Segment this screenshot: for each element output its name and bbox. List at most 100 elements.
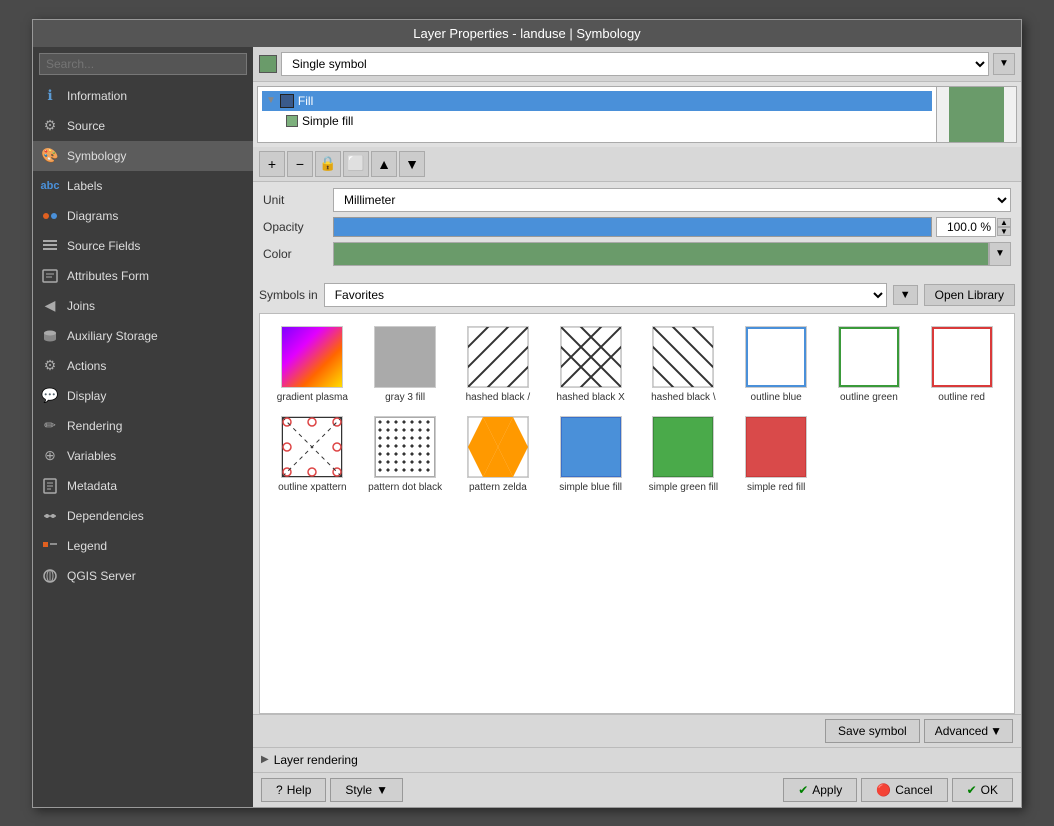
symbols-location-select[interactable]: Favorites (324, 283, 887, 307)
outline-xpattern-svg (282, 417, 342, 477)
sidebar-item-qgis-server[interactable]: QGIS Server (33, 561, 253, 591)
sidebar-item-metadata[interactable]: Metadata (33, 471, 253, 501)
symbol-outline-green[interactable]: outline green (823, 320, 916, 410)
apply-label: Apply (812, 783, 842, 797)
simple-red-box (746, 417, 806, 477)
sidebar-label-metadata: Metadata (67, 479, 117, 493)
hashed-black-back-label: hashed black \ (651, 391, 716, 404)
apply-btn[interactable]: ✔ Apply (783, 778, 857, 802)
outline-blue-box (746, 327, 806, 387)
opacity-spin-down[interactable]: ▼ (997, 227, 1011, 236)
pattern-zelda-label: pattern zelda (469, 481, 527, 494)
unit-control: Millimeter (333, 188, 1011, 212)
symbol-preview-box (936, 87, 1016, 142)
sidebar-item-information[interactable]: ℹ Information (33, 81, 253, 111)
open-library-btn[interactable]: Open Library (924, 284, 1015, 306)
attributes-form-icon (41, 267, 59, 285)
sidebar-label-attributes-form: Attributes Form (67, 269, 149, 283)
symbol-type-dropdown-btn[interactable]: ▼ (993, 53, 1015, 75)
advanced-label: Advanced (935, 724, 988, 738)
add-layer-btn[interactable]: + (259, 151, 285, 177)
color-row: Color ▼ (263, 242, 1011, 266)
auxiliary-storage-icon (41, 327, 59, 345)
cancel-label: Cancel (895, 783, 932, 797)
simple-blue-preview (560, 416, 622, 478)
remove-layer-btn[interactable]: − (287, 151, 313, 177)
symbol-hashed-black-slash[interactable]: hashed black / (452, 320, 545, 410)
sidebar-item-actions[interactable]: ⚙ Actions (33, 351, 253, 381)
sidebar-label-display: Display (67, 389, 106, 403)
sidebar-item-joins[interactable]: ◀ Joins (33, 291, 253, 321)
lock-btn[interactable]: 🔒 (315, 151, 341, 177)
symbol-hashed-black-back[interactable]: hashed black \ (637, 320, 730, 410)
color-dropdown-btn[interactable]: ▼ (989, 242, 1011, 266)
ok-btn[interactable]: ✔ OK (952, 778, 1013, 802)
opacity-spin-up[interactable]: ▲ (997, 218, 1011, 227)
hatch-fwd-svg (468, 327, 528, 387)
hashed-black-x-label: hashed black X (556, 391, 624, 404)
sidebar-item-auxiliary-storage[interactable]: Auxiliary Storage (33, 321, 253, 351)
sidebar-item-display[interactable]: 💬 Display (33, 381, 253, 411)
symbology-icon: 🎨 (41, 147, 59, 165)
style-label: Style (345, 783, 372, 797)
help-btn[interactable]: ? Help (261, 778, 326, 802)
simple-fill-item[interactable]: Simple fill (282, 111, 932, 131)
sidebar-item-attributes-form[interactable]: Attributes Form (33, 261, 253, 291)
sidebar-item-diagrams[interactable]: Diagrams (33, 201, 253, 231)
sidebar-item-variables[interactable]: ⊕ Variables (33, 441, 253, 471)
symbol-pattern-zelda[interactable]: pattern zelda (452, 410, 545, 500)
layer-rendering-row[interactable]: ▶ Layer rendering (253, 747, 1021, 772)
opacity-slider[interactable] (333, 217, 932, 237)
display-icon: 💬 (41, 387, 59, 405)
sidebar-item-dependencies[interactable]: Dependencies (33, 501, 253, 531)
symbol-simple-green-fill[interactable]: simple green fill (637, 410, 730, 500)
unit-select[interactable]: Millimeter (333, 188, 1011, 212)
symbols-grid: gradient plasma gray 3 fill (260, 314, 1014, 506)
symbol-hashed-black-x[interactable]: hashed black X (544, 320, 637, 410)
fill-layer-item[interactable]: ▼ Fill (262, 91, 932, 111)
sidebar-label-labels: Labels (67, 179, 102, 193)
sidebar-label-joins: Joins (67, 299, 95, 313)
symbol-outline-blue[interactable]: outline blue (730, 320, 823, 410)
advanced-btn[interactable]: Advanced ▼ (924, 719, 1013, 743)
style-btn[interactable]: Style ▼ (330, 778, 403, 802)
qgis-server-icon (41, 567, 59, 585)
symbol-gray-3-fill[interactable]: gray 3 fill (359, 320, 452, 410)
symbols-location-dropdown[interactable]: ▼ (893, 285, 918, 305)
symbol-simple-red-fill[interactable]: simple red fill (730, 410, 823, 500)
symbols-header: Symbols in Favorites ▼ Open Library (259, 283, 1015, 307)
style-arrow-icon: ▼ (376, 783, 388, 797)
color-bar[interactable] (333, 242, 989, 266)
symbol-outline-xpattern[interactable]: outline xpattern (266, 410, 359, 500)
sidebar-item-rendering[interactable]: ✏ Rendering (33, 411, 253, 441)
simple-green-box (653, 417, 713, 477)
actions-icon: ⚙ (41, 357, 59, 375)
symbol-simple-blue-fill[interactable]: simple blue fill (544, 410, 637, 500)
sidebar-item-source[interactable]: ⚙ Source (33, 111, 253, 141)
sidebar-item-labels[interactable]: abc Labels (33, 171, 253, 201)
symbol-pattern-dot-black[interactable]: pattern dot black (359, 410, 452, 500)
search-box[interactable] (39, 53, 247, 75)
opacity-input[interactable] (936, 217, 996, 237)
simple-blue-fill-label: simple blue fill (559, 481, 622, 494)
outline-blue-label: outline blue (751, 391, 802, 404)
cancel-btn[interactable]: 🔴 Cancel (861, 778, 947, 802)
fill-layer-label: Fill (298, 94, 313, 108)
duplicate-btn[interactable]: ⬜ (343, 151, 369, 177)
information-icon: ℹ (41, 87, 59, 105)
move-down-btn[interactable]: ▼ (399, 151, 425, 177)
symbols-grid-container[interactable]: gradient plasma gray 3 fill (259, 313, 1015, 714)
save-advanced-row: Save symbol Advanced ▼ (253, 714, 1021, 747)
search-input[interactable] (39, 53, 247, 75)
advanced-arrow-icon: ▼ (990, 724, 1002, 738)
sidebar-item-symbology[interactable]: 🎨 Symbology (33, 141, 253, 171)
symbol-outline-red[interactable]: outline red (915, 320, 1008, 410)
move-up-btn[interactable]: ▲ (371, 151, 397, 177)
simple-green-fill-label: simple green fill (649, 481, 718, 494)
symbol-type-select[interactable]: Single symbol (281, 52, 989, 76)
sidebar-item-legend[interactable]: Legend (33, 531, 253, 561)
save-symbol-btn[interactable]: Save symbol (825, 719, 920, 743)
layer-properties-dialog: Layer Properties - landuse | Symbology ℹ… (32, 19, 1022, 808)
sidebar-item-source-fields[interactable]: Source Fields (33, 231, 253, 261)
symbol-gradient-plasma[interactable]: gradient plasma (266, 320, 359, 410)
